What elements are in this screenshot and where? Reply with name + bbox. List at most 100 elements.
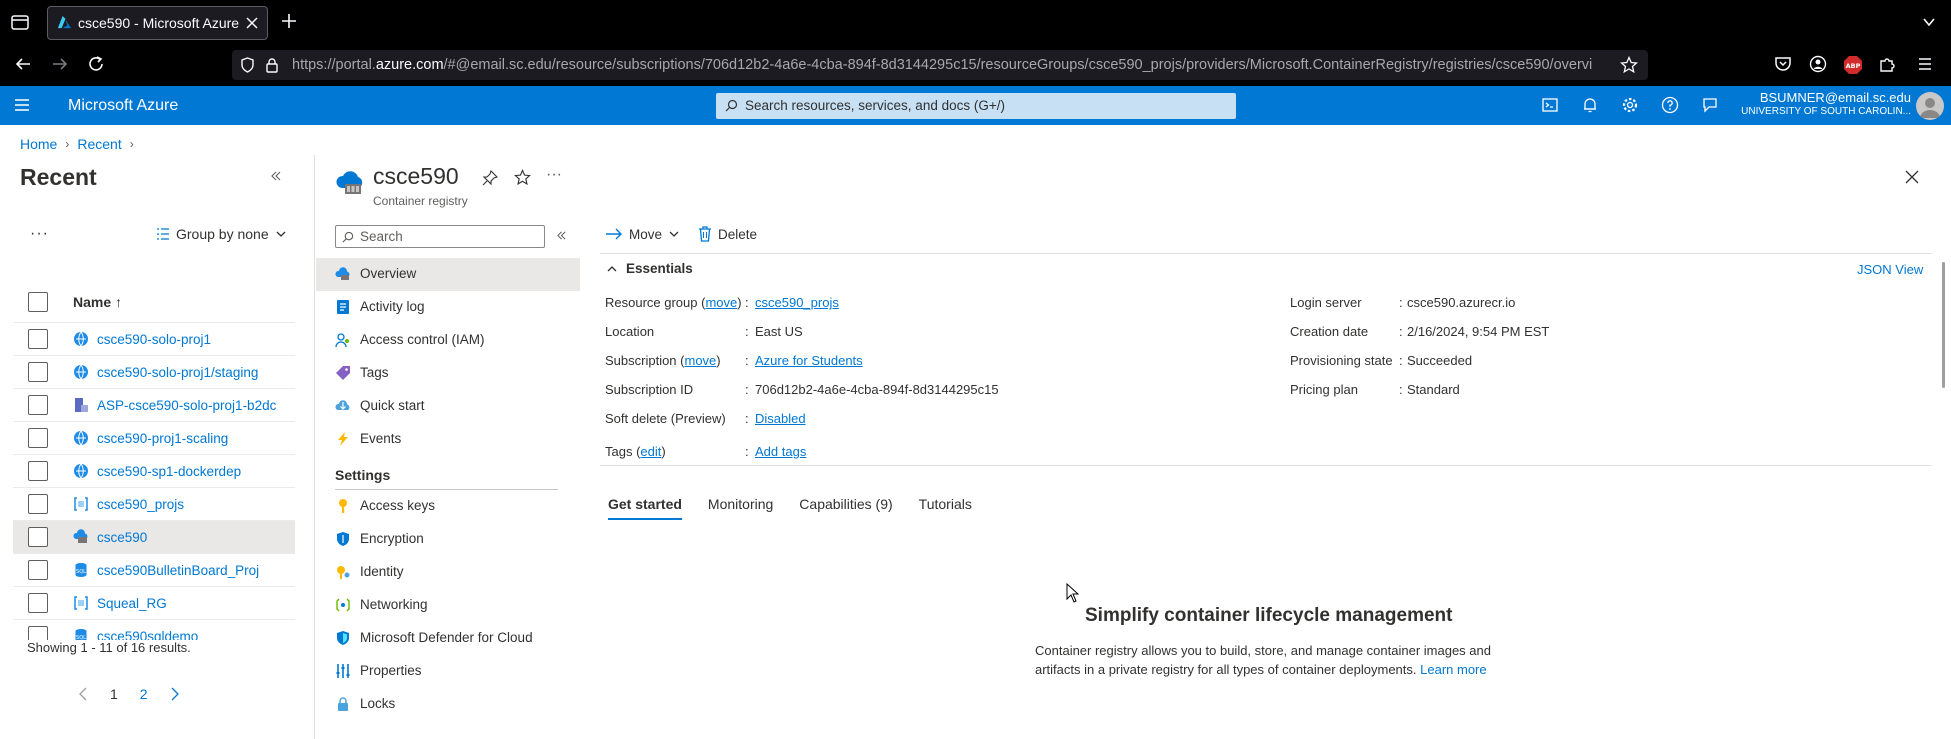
settings-gear-icon[interactable] xyxy=(1621,96,1641,116)
name-column-header[interactable]: Name ↑ xyxy=(73,294,122,310)
menu-item-networking[interactable]: Networking xyxy=(316,589,580,622)
tab-monitoring[interactable]: Monitoring xyxy=(708,496,773,520)
row-checkbox[interactable] xyxy=(28,527,48,547)
essentials-value-link[interactable]: Add tags xyxy=(755,444,806,459)
essentials-key-link[interactable]: move xyxy=(685,353,717,368)
tab-get-started[interactable]: Get started xyxy=(608,496,682,520)
breadcrumb-home[interactable]: Home xyxy=(20,136,57,152)
tab-list-icon[interactable] xyxy=(10,12,30,32)
list-item[interactable]: csce590-proj1-scaling xyxy=(13,421,295,454)
tab-capabilities-9[interactable]: Capabilities (9) xyxy=(799,496,892,520)
row-checkbox[interactable] xyxy=(28,395,48,415)
padlock-icon[interactable] xyxy=(265,57,279,73)
essentials-toggle[interactable]: Essentials xyxy=(606,261,693,276)
essentials-value-link[interactable]: csce590_projs xyxy=(755,295,839,310)
menu-item-access-keys[interactable]: Access keys xyxy=(316,490,580,523)
essentials-value-link[interactable]: Disabled xyxy=(755,411,806,426)
tracking-shield-icon[interactable] xyxy=(240,57,255,73)
cloud-shell-icon[interactable] xyxy=(1541,96,1561,116)
recent-item-link[interactable]: csce590-solo-proj1 xyxy=(97,332,211,347)
account-circle-icon[interactable] xyxy=(1809,55,1829,75)
recent-item-link[interactable]: Squeal_RG xyxy=(97,596,167,611)
list-item[interactable]: csce590-sp1-dockerdep xyxy=(13,454,295,487)
previous-page-chevron-icon[interactable] xyxy=(78,687,88,701)
recent-item-link[interactable]: csce590_projs xyxy=(97,497,184,512)
help-question-icon[interactable] xyxy=(1661,96,1681,116)
list-item[interactable]: ASP-csce590-solo-proj1-b2dc xyxy=(13,388,295,421)
more-options-icon[interactable]: ··· xyxy=(30,225,49,243)
pin-icon[interactable] xyxy=(482,170,498,186)
avatar[interactable] xyxy=(1916,92,1944,120)
recent-item-link[interactable]: csce590-sp1-dockerdep xyxy=(97,464,241,479)
account-info[interactable]: BSUMNER@email.sc.edu UNIVERSITY OF SOUTH… xyxy=(1741,90,1911,117)
list-item[interactable]: Squeal_RG xyxy=(13,586,295,619)
new-tab-plus-icon[interactable] xyxy=(280,12,298,30)
row-checkbox[interactable] xyxy=(28,593,48,613)
row-checkbox[interactable] xyxy=(28,494,48,514)
move-button[interactable]: Move xyxy=(605,227,680,242)
list-item[interactable]: SQL csce590BulletinBoard_Proj xyxy=(13,553,295,586)
portal-menu-hamburger-icon[interactable] xyxy=(14,98,30,112)
menu-item-identity[interactable]: Identity xyxy=(316,556,580,589)
menu-item-events[interactable]: Events xyxy=(316,423,580,456)
bookmark-star-icon[interactable] xyxy=(1620,56,1638,74)
list-item[interactable]: csce590-solo-proj1/staging xyxy=(13,355,295,388)
list-item[interactable]: csce590-solo-proj1 xyxy=(13,322,295,355)
list-item[interactable]: csce590_projs xyxy=(13,487,295,520)
scrollbar[interactable] xyxy=(1942,262,1945,388)
menu-item-quick-start[interactable]: Quick start xyxy=(316,390,580,423)
close-tab-icon[interactable] xyxy=(245,16,259,30)
reload-icon[interactable] xyxy=(87,55,107,75)
learn-more-link[interactable]: Learn more xyxy=(1420,662,1486,677)
extensions-puzzle-icon[interactable] xyxy=(1878,55,1898,75)
back-arrow-icon[interactable] xyxy=(14,55,34,75)
menu-item-overview[interactable]: Overview xyxy=(316,258,580,291)
tab-tutorials[interactable]: Tutorials xyxy=(919,496,972,520)
list-all-tabs-chevron-icon[interactable] xyxy=(1921,14,1937,30)
menu-item-tags[interactable]: Tags xyxy=(316,357,580,390)
list-item[interactable]: csce590 xyxy=(13,520,295,553)
collapse-panel-icon[interactable] xyxy=(270,170,282,182)
menu-search-input[interactable]: Search xyxy=(335,225,545,248)
page-1[interactable]: 1 xyxy=(110,686,118,702)
adblock-plus-icon[interactable]: ABP xyxy=(1843,55,1863,75)
recent-item-link[interactable]: csce590-solo-proj1/staging xyxy=(97,365,258,380)
select-all-checkbox[interactable] xyxy=(28,292,48,312)
azure-brand[interactable]: Microsoft Azure xyxy=(68,97,178,115)
menu-item-microsoft-defender-for-cloud[interactable]: Microsoft Defender for Cloud xyxy=(316,622,580,655)
page-2[interactable]: 2 xyxy=(140,686,148,702)
menu-item-encryption[interactable]: Encryption xyxy=(316,523,580,556)
essentials-value-link[interactable]: Azure for Students xyxy=(755,353,863,368)
row-checkbox[interactable] xyxy=(28,362,48,382)
breadcrumb-recent[interactable]: Recent xyxy=(77,136,121,152)
collapse-menu-icon[interactable] xyxy=(556,230,567,241)
next-page-chevron-icon[interactable] xyxy=(170,687,180,701)
forward-arrow-icon[interactable] xyxy=(51,55,71,75)
close-blade-icon[interactable] xyxy=(1905,170,1919,184)
essentials-key-link[interactable]: move xyxy=(705,295,737,310)
menu-item-activity-log[interactable]: Activity log xyxy=(316,291,580,324)
notifications-bell-icon[interactable] xyxy=(1581,96,1601,116)
recent-item-link[interactable]: csce590 xyxy=(97,530,147,545)
global-search-input[interactable]: Search resources, services, and docs (G+… xyxy=(716,93,1236,119)
essentials-key-link[interactable]: edit xyxy=(640,444,661,459)
app-menu-icon[interactable] xyxy=(1916,55,1936,75)
more-actions-icon[interactable]: ··· xyxy=(546,166,562,184)
browser-tab[interactable]: csce590 - Microsoft Azure xyxy=(47,6,268,40)
recent-item-link[interactable]: ASP-csce590-solo-proj1-b2dc xyxy=(97,398,276,413)
pocket-icon[interactable] xyxy=(1774,55,1794,75)
feedback-icon[interactable] xyxy=(1701,96,1721,116)
delete-button[interactable]: Delete xyxy=(698,226,757,242)
menu-item-access-control-iam[interactable]: Access control (IAM) xyxy=(316,324,580,357)
url-bar[interactable]: https://portal.azure.com/#@email.sc.edu/… xyxy=(232,50,1648,80)
group-by-dropdown[interactable]: Group by none xyxy=(156,226,287,242)
row-checkbox[interactable] xyxy=(28,461,48,481)
favorite-star-icon[interactable] xyxy=(514,169,531,186)
row-checkbox[interactable] xyxy=(28,560,48,580)
recent-item-link[interactable]: csce590BulletinBoard_Proj xyxy=(97,563,259,578)
json-view-link[interactable]: JSON View xyxy=(1857,262,1923,277)
menu-item-locks[interactable]: Locks xyxy=(316,688,580,721)
row-checkbox[interactable] xyxy=(28,428,48,448)
menu-item-properties[interactable]: Properties xyxy=(316,655,580,688)
row-checkbox[interactable] xyxy=(28,329,48,349)
